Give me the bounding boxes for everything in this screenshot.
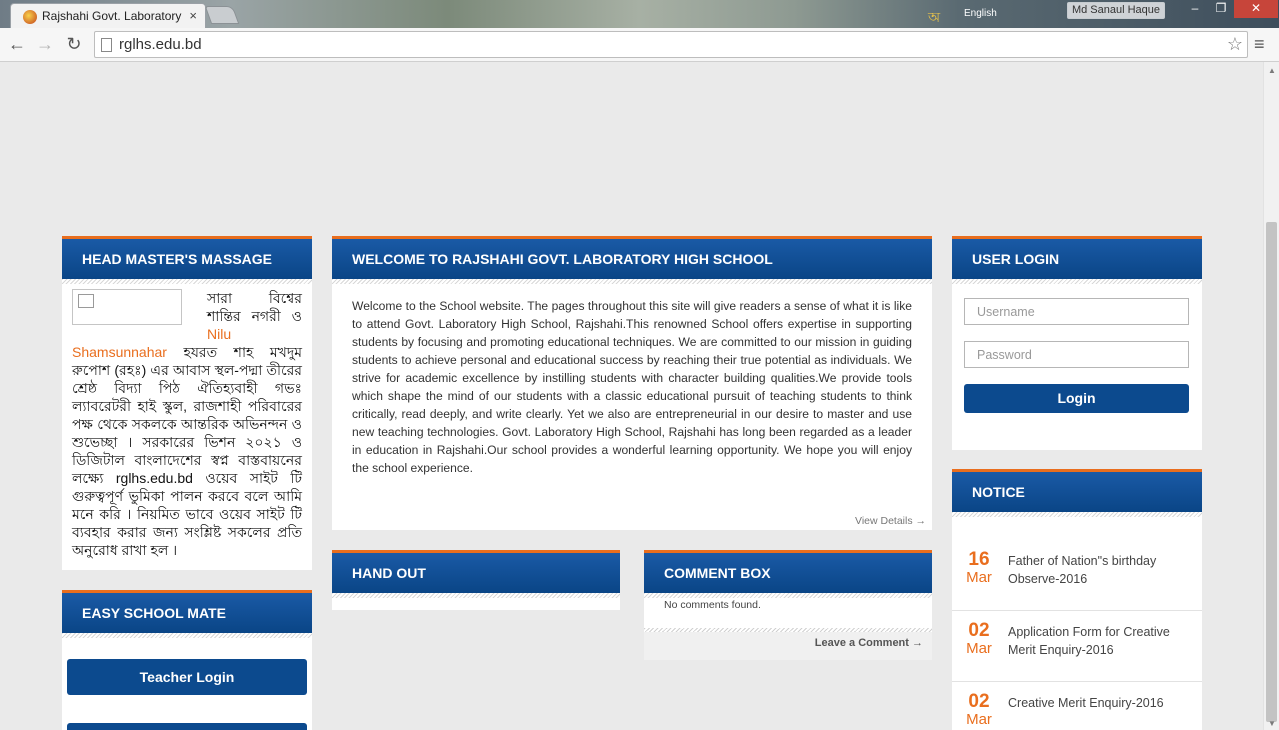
notice-item[interactable]: 02 Mar Application Form for Creative Mer… bbox=[952, 611, 1202, 682]
comment-footer: Leave a Comment → bbox=[644, 628, 932, 660]
user-login-panel: USER LOGIN Login bbox=[952, 236, 1202, 450]
handout-panel: HAND OUT bbox=[332, 550, 620, 610]
notice-month: Mar bbox=[966, 711, 992, 728]
minimize-icon[interactable]: – bbox=[1182, 0, 1208, 18]
login-button[interactable]: Login bbox=[964, 384, 1189, 413]
browser-tab[interactable]: Rajshahi Govt. Laboratory × bbox=[10, 3, 206, 28]
notice-title[interactable]: Application Form for Creative Merit Enqu… bbox=[1008, 623, 1193, 659]
notice-day: 02 bbox=[968, 691, 990, 712]
notice-date: 16 Mar bbox=[964, 550, 994, 586]
welcome-panel: WELCOME TO RAJSHAHI GOVT. LABORATORY HIG… bbox=[332, 236, 932, 530]
new-tab-button[interactable] bbox=[204, 6, 240, 24]
url-text[interactable]: rglhs.edu.bd bbox=[119, 36, 202, 53]
username-input[interactable] bbox=[964, 298, 1189, 325]
broken-image-icon bbox=[78, 294, 94, 308]
leave-comment-link[interactable]: Leave a Comment → bbox=[815, 637, 923, 649]
scrollbar-thumb[interactable] bbox=[1266, 222, 1277, 722]
comment-box-heading: COMMENT BOX bbox=[644, 550, 932, 598]
tab-title: Rajshahi Govt. Laboratory bbox=[42, 9, 182, 23]
tab-close-icon[interactable]: × bbox=[189, 8, 197, 23]
notice-heading: NOTICE bbox=[952, 469, 1202, 517]
language-label: English bbox=[964, 8, 997, 19]
headmaster-message-text: হযরত শাহ মখদুম রুপোশ (রহঃ) এর আবাস স্থল-… bbox=[72, 344, 302, 558]
forward-arrow-icon[interactable]: → bbox=[33, 32, 57, 56]
password-input[interactable] bbox=[964, 341, 1189, 368]
headmaster-heading: HEAD MASTER'S MASSAGE bbox=[62, 236, 312, 284]
headmaster-message: সারা বিশ্বের শান্তির নগরী ও Nilu Shamsun… bbox=[62, 279, 312, 559]
close-window-icon[interactable]: ✕ bbox=[1234, 0, 1278, 18]
notice-title[interactable]: Father of Nation"s birthday Observe-2016 bbox=[1008, 552, 1193, 588]
browser-titlebar: Rajshahi Govt. Laboratory × অ English Md… bbox=[0, 0, 1279, 28]
back-arrow-icon[interactable]: ← bbox=[5, 32, 29, 56]
notice-date: 02 Mar bbox=[964, 692, 994, 728]
view-details-link[interactable]: View Details → bbox=[855, 515, 926, 527]
notice-item[interactable]: 02 Mar Creative Merit Enquiry-2016 bbox=[952, 682, 1202, 730]
browser-menu-icon[interactable]: ≡ bbox=[1254, 34, 1265, 55]
easy-school-mate-heading: EASY SCHOOL MATE bbox=[62, 590, 312, 638]
bangla-language-icon[interactable]: অ bbox=[928, 6, 940, 28]
notice-month: Mar bbox=[966, 640, 992, 657]
handout-heading: HAND OUT bbox=[332, 550, 620, 598]
welcome-text: Welcome to the School website. The pages… bbox=[352, 299, 912, 475]
page-icon bbox=[101, 38, 112, 52]
scroll-down-icon[interactable]: ▼ bbox=[1268, 719, 1276, 728]
notice-panel: NOTICE 16 Mar Father of Nation"s birthda… bbox=[952, 469, 1202, 730]
headmaster-panel: HEAD MASTER'S MASSAGE সারা বিশ্বের শান্ত… bbox=[62, 236, 312, 570]
scroll-up-icon[interactable]: ▲ bbox=[1268, 66, 1276, 75]
user-login-heading: USER LOGIN bbox=[952, 236, 1202, 284]
site-favicon-icon bbox=[23, 10, 37, 24]
notice-date: 02 Mar bbox=[964, 621, 994, 657]
maximize-icon[interactable]: ❐ bbox=[1208, 0, 1234, 18]
notice-title[interactable]: Creative Merit Enquiry-2016 bbox=[1008, 694, 1193, 712]
browser-toolbar: ← → ↻ rglhs.edu.bd ☆ ≡ bbox=[0, 28, 1279, 62]
page-scrollbar[interactable]: ▲ ▼ bbox=[1263, 62, 1279, 730]
comment-box-panel: COMMENT BOX No comments found. Leave a C… bbox=[644, 550, 932, 660]
notice-item[interactable]: 16 Mar Father of Nation"s birthday Obser… bbox=[952, 540, 1202, 611]
welcome-heading: WELCOME TO RAJSHAHI GOVT. LABORATORY HIG… bbox=[332, 236, 932, 284]
notice-day: 16 bbox=[968, 549, 990, 570]
reload-icon[interactable]: ↻ bbox=[62, 32, 86, 56]
profile-button[interactable]: Md Sanaul Haque bbox=[1067, 2, 1165, 19]
notice-month: Mar bbox=[966, 569, 992, 586]
notice-day: 02 bbox=[968, 620, 990, 641]
headmaster-photo bbox=[72, 289, 182, 325]
teacher-login-button[interactable]: Teacher Login bbox=[67, 659, 307, 695]
address-bar[interactable]: rglhs.edu.bd ☆ bbox=[94, 31, 1248, 58]
easy-school-mate-panel: EASY SCHOOL MATE Teacher Login bbox=[62, 590, 312, 730]
bookmark-star-icon[interactable]: ☆ bbox=[1227, 34, 1243, 55]
headmaster-intro: সারা বিশ্বের শান্তির নগরী ও bbox=[207, 290, 302, 324]
student-login-button[interactable] bbox=[67, 723, 307, 730]
